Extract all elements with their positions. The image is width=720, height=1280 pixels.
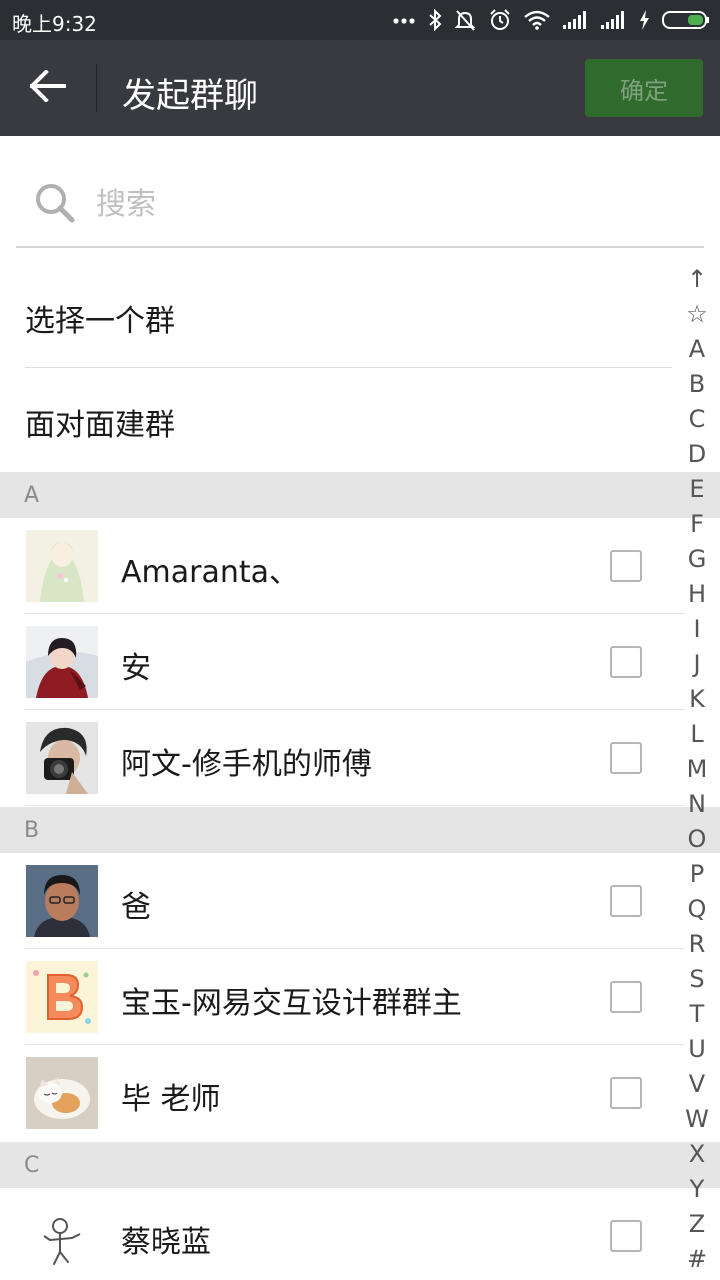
contact-name: 蔡晓蓝: [121, 1225, 211, 1260]
contact-name: 安: [121, 651, 151, 686]
index-item[interactable]: D: [680, 437, 714, 472]
index-item[interactable]: X: [680, 1137, 714, 1172]
index-item[interactable]: A: [680, 332, 714, 367]
index-item[interactable]: P: [680, 857, 714, 892]
index-item[interactable]: O: [680, 822, 714, 857]
row-divider: [25, 805, 684, 806]
bluetooth-icon: [428, 9, 442, 31]
section-letter: A: [24, 483, 40, 508]
index-item[interactable]: B: [680, 367, 714, 402]
index-item[interactable]: I: [680, 612, 714, 647]
search-icon: [34, 182, 76, 228]
status-bar: 晚上9:32: [0, 0, 720, 40]
index-item[interactable]: Q: [680, 892, 714, 927]
status-icons: [392, 6, 710, 34]
index-item[interactable]: #: [680, 1242, 714, 1277]
avatar-anime-character: [26, 626, 98, 698]
index-item[interactable]: L: [680, 717, 714, 752]
avatar-man-photo: [26, 865, 98, 937]
index-item[interactable]: F: [680, 507, 714, 542]
avatar-camera-photographer: [26, 722, 98, 794]
avatar-stick-figure: [26, 1200, 98, 1272]
index-item[interactable]: K: [680, 682, 714, 717]
section-letter: B: [24, 818, 40, 843]
contact-checkbox[interactable]: [610, 550, 642, 582]
contact-name: 毕 老师: [121, 1082, 221, 1117]
index-item[interactable]: V: [680, 1067, 714, 1102]
battery-icon: [662, 10, 710, 30]
status-time: 晚上9:32: [12, 12, 97, 36]
contact-row[interactable]: 毕 老师: [0, 1045, 684, 1141]
contact-name: 阿文-修手机的师傅: [121, 747, 372, 782]
select-group-option[interactable]: 选择一个群: [0, 264, 672, 368]
index-item[interactable]: E: [680, 472, 714, 507]
index-item[interactable]: C: [680, 402, 714, 437]
index-item[interactable]: Y: [680, 1172, 714, 1207]
search-bar: [16, 160, 704, 248]
appbar-divider: [96, 64, 97, 112]
face-to-face-label: 面对面建群: [25, 408, 175, 443]
charging-icon: [638, 9, 650, 31]
contact-row[interactable]: 宝玉-网易交互设计群群主: [0, 949, 684, 1045]
face-to-face-group-option[interactable]: 面对面建群: [0, 368, 672, 472]
section-header-c: C: [0, 1142, 720, 1188]
wifi-icon: [524, 10, 550, 30]
avatar-letter-b: [26, 961, 98, 1033]
index-item[interactable]: R: [680, 927, 714, 962]
signal-icon: [562, 10, 588, 30]
index-item[interactable]: H: [680, 577, 714, 612]
page-title: 发起群聊: [122, 76, 258, 116]
index-item[interactable]: ☆: [680, 297, 714, 332]
more-dots-icon: [392, 15, 416, 25]
index-item[interactable]: M: [680, 752, 714, 787]
contact-row[interactable]: 爸: [0, 853, 684, 949]
avatar-sleeping-cat: [26, 1057, 98, 1129]
contact-name: Amaranta、: [121, 555, 300, 590]
index-item[interactable]: J: [680, 647, 714, 682]
contact-checkbox[interactable]: [610, 981, 642, 1013]
index-item[interactable]: S: [680, 962, 714, 997]
alarm-icon: [488, 8, 512, 32]
contact-row[interactable]: Amaranta、: [0, 518, 684, 614]
contact-checkbox[interactable]: [610, 1220, 642, 1252]
contact-row[interactable]: 蔡晓蓝: [0, 1188, 684, 1280]
contact-checkbox[interactable]: [610, 742, 642, 774]
index-item[interactable]: G: [680, 542, 714, 577]
avatar-girl-illustration: [26, 530, 98, 602]
arrow-left-icon: [29, 69, 66, 106]
index-item[interactable]: N: [680, 787, 714, 822]
section-header-a: A: [0, 472, 720, 518]
index-item[interactable]: T: [680, 997, 714, 1032]
section-header-b: B: [0, 807, 720, 853]
index-item[interactable]: W: [680, 1102, 714, 1137]
contact-checkbox[interactable]: [610, 885, 642, 917]
mute-icon: [454, 9, 476, 31]
select-group-label: 选择一个群: [25, 304, 175, 339]
signal-icon: [600, 10, 626, 30]
contact-name: 爸: [121, 890, 151, 925]
contact-row[interactable]: 安: [0, 614, 684, 710]
index-item[interactable]: U: [680, 1032, 714, 1067]
alphabet-index-bar[interactable]: ↑ ☆ A B C D E F G H I J K L M N O P Q R S T U V W X Y Z #: [680, 262, 714, 1277]
contact-row[interactable]: 阿文-修手机的师傅: [0, 710, 684, 806]
contact-name: 宝玉-网易交互设计群群主: [121, 986, 462, 1021]
back-button[interactable]: [18, 60, 78, 116]
index-item[interactable]: ↑: [680, 262, 714, 297]
index-item[interactable]: Z: [680, 1207, 714, 1242]
section-letter: C: [24, 1153, 40, 1178]
confirm-button[interactable]: 确定: [585, 59, 703, 117]
contact-checkbox[interactable]: [610, 646, 642, 678]
app-bar: 发起群聊 确定: [0, 40, 720, 136]
contact-checkbox[interactable]: [610, 1077, 642, 1109]
search-input[interactable]: [96, 180, 656, 228]
